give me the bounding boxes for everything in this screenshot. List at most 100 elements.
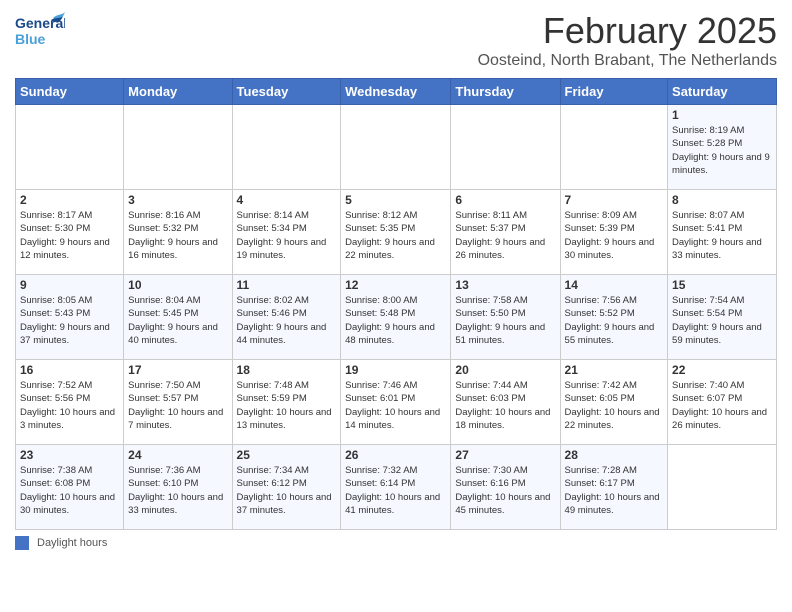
calendar-cell [232,105,341,190]
day-number: 14 [565,278,664,292]
day-info: Sunrise: 8:04 AM Sunset: 5:45 PM Dayligh… [128,294,227,347]
day-info: Sunrise: 7:44 AM Sunset: 6:03 PM Dayligh… [455,379,555,432]
day-number: 10 [128,278,227,292]
calendar-cell: 19 Sunrise: 7:46 AM Sunset: 6:01 PM Dayli… [341,360,451,445]
calendar-subtitle: Oosteind, North Brabant, The Netherlands [478,52,777,70]
calendar-day-header: Sunday [16,79,124,105]
day-info: Sunrise: 7:38 AM Sunset: 6:08 PM Dayligh… [20,464,119,517]
day-number: 15 [672,278,772,292]
calendar-cell: 13Sunrise: 7:58 AM Sunset: 5:50 PM Dayli… [451,275,560,360]
calendar-cell: 27Sunrise: 7:30 AM Sunset: 6:16 PM Dayli… [451,445,560,530]
calendar-cell: 25Sunrise: 7:34 AM Sunset: 6:12 PM Dayli… [232,445,341,530]
calendar-cell: 20Sunrise: 7:44 AM Sunset: 6:03 PM Dayli… [451,360,560,445]
calendar-day-header: Saturday [668,79,777,105]
header: General Blue February 2025 Oosteind, Nor… [15,10,777,70]
calendar-week-row: 16 Sunrise: 7:52 AM Sunset: 5:56 PM Dayli… [16,360,777,445]
day-number: 7 [565,193,664,207]
day-number: 27 [455,448,555,462]
day-info: Sunrise: 7:46 AM Sunset: 6:01 PM Dayligh… [345,379,446,432]
page: General Blue February 2025 Oosteind, Nor… [0,0,792,612]
calendar-day-header: Tuesday [232,79,341,105]
day-info: Sunrise: 8:09 AM Sunset: 5:39 PM Dayligh… [565,209,664,262]
calendar-cell: 8 Sunrise: 8:07 AM Sunset: 5:41 PM Daylig… [668,190,777,275]
day-info: Sunrise: 8:05 AM Sunset: 5:43 PM Dayligh… [20,294,119,347]
calendar-cell: 14 Sunrise: 7:56 AM Sunset: 5:52 PM Dayli… [560,275,668,360]
calendar-week-row: 9 Sunrise: 8:05 AM Sunset: 5:43 PM Daylig… [16,275,777,360]
calendar-cell: 23 Sunrise: 7:38 AM Sunset: 6:08 PM Dayli… [16,445,124,530]
svg-text:Blue: Blue [15,31,46,47]
day-info: Sunrise: 8:14 AM Sunset: 5:34 PM Dayligh… [237,209,337,262]
calendar-cell: 11Sunrise: 8:02 AM Sunset: 5:46 PM Dayli… [232,275,341,360]
calendar-cell: 6 Sunrise: 8:11 AM Sunset: 5:37 PM Daylig… [451,190,560,275]
day-number: 6 [455,193,555,207]
calendar-cell: 24 Sunrise: 7:36 AM Sunset: 6:10 PM Dayli… [124,445,232,530]
day-info: Sunrise: 7:56 AM Sunset: 5:52 PM Dayligh… [565,294,664,347]
calendar-header-row: SundayMondayTuesdayWednesdayThursdayFrid… [16,79,777,105]
calendar-cell: 2 Sunrise: 8:17 AM Sunset: 5:30 PM Daylig… [16,190,124,275]
calendar-cell: 16 Sunrise: 7:52 AM Sunset: 5:56 PM Dayli… [16,360,124,445]
calendar-cell [341,105,451,190]
day-info: Sunrise: 7:50 AM Sunset: 5:57 PM Dayligh… [128,379,227,432]
calendar-cell [16,105,124,190]
legend-label: Daylight hours [37,537,107,549]
calendar-table: SundayMondayTuesdayWednesdayThursdayFrid… [15,78,777,530]
day-number: 11 [237,278,337,292]
day-number: 18 [237,363,337,377]
day-info: Sunrise: 8:11 AM Sunset: 5:37 PM Dayligh… [455,209,555,262]
day-info: Sunrise: 8:07 AM Sunset: 5:41 PM Dayligh… [672,209,772,262]
day-number: 3 [128,193,227,207]
day-number: 19 [345,363,446,377]
day-info: Sunrise: 7:28 AM Sunset: 6:17 PM Dayligh… [565,464,664,517]
day-number: 1 [672,108,772,122]
day-number: 26 [345,448,446,462]
day-number: 16 [20,363,119,377]
day-number: 2 [20,193,119,207]
calendar-cell: 28 Sunrise: 7:28 AM Sunset: 6:17 PM Dayli… [560,445,668,530]
day-number: 4 [237,193,337,207]
day-number: 8 [672,193,772,207]
title-section: February 2025 Oosteind, North Brabant, T… [478,10,777,70]
legend: Daylight hours [15,536,777,550]
day-info: Sunrise: 7:58 AM Sunset: 5:50 PM Dayligh… [455,294,555,347]
day-info: Sunrise: 8:12 AM Sunset: 5:35 PM Dayligh… [345,209,446,262]
day-number: 22 [672,363,772,377]
day-number: 28 [565,448,664,462]
day-info: Sunrise: 8:17 AM Sunset: 5:30 PM Dayligh… [20,209,119,262]
day-info: Sunrise: 7:52 AM Sunset: 5:56 PM Dayligh… [20,379,119,432]
calendar-cell: 12Sunrise: 8:00 AM Sunset: 5:48 PM Dayli… [341,275,451,360]
day-info: Sunrise: 7:42 AM Sunset: 6:05 PM Dayligh… [565,379,664,432]
day-number: 23 [20,448,119,462]
calendar-cell: 3 Sunrise: 8:16 AM Sunset: 5:32 PM Daylig… [124,190,232,275]
day-number: 17 [128,363,227,377]
calendar-cell [124,105,232,190]
day-number: 9 [20,278,119,292]
calendar-cell: 1 Sunrise: 8:19 AM Sunset: 5:28 PM Daylig… [668,105,777,190]
calendar-cell: 15 Sunrise: 7:54 AM Sunset: 5:54 PM Dayli… [668,275,777,360]
day-info: Sunrise: 7:32 AM Sunset: 6:14 PM Dayligh… [345,464,446,517]
calendar-day-header: Thursday [451,79,560,105]
calendar-cell: 5 Sunrise: 8:12 AM Sunset: 5:35 PM Daylig… [341,190,451,275]
day-number: 24 [128,448,227,462]
day-info: Sunrise: 8:16 AM Sunset: 5:32 PM Dayligh… [128,209,227,262]
day-number: 21 [565,363,664,377]
calendar-cell [560,105,668,190]
calendar-cell: 10 Sunrise: 8:04 AM Sunset: 5:45 PM Dayli… [124,275,232,360]
day-info: Sunrise: 7:34 AM Sunset: 6:12 PM Dayligh… [237,464,337,517]
calendar-week-row: 1 Sunrise: 8:19 AM Sunset: 5:28 PM Daylig… [16,105,777,190]
calendar-day-header: Friday [560,79,668,105]
day-number: 12 [345,278,446,292]
calendar-day-header: Monday [124,79,232,105]
day-info: Sunrise: 7:54 AM Sunset: 5:54 PM Dayligh… [672,294,772,347]
day-info: Sunrise: 8:19 AM Sunset: 5:28 PM Dayligh… [672,124,772,177]
calendar-title: February 2025 [478,10,777,52]
logo-icon: General Blue [15,10,65,52]
day-info: Sunrise: 7:36 AM Sunset: 6:10 PM Dayligh… [128,464,227,517]
day-number: 5 [345,193,446,207]
calendar-cell: 9 Sunrise: 8:05 AM Sunset: 5:43 PM Daylig… [16,275,124,360]
calendar-cell: 21 Sunrise: 7:42 AM Sunset: 6:05 PM Dayli… [560,360,668,445]
calendar-cell: 26 Sunrise: 7:32 AM Sunset: 6:14 PM Dayli… [341,445,451,530]
calendar-week-row: 2 Sunrise: 8:17 AM Sunset: 5:30 PM Daylig… [16,190,777,275]
calendar-day-header: Wednesday [341,79,451,105]
calendar-cell: 18Sunrise: 7:48 AM Sunset: 5:59 PM Dayli… [232,360,341,445]
logo: General Blue [15,10,65,52]
